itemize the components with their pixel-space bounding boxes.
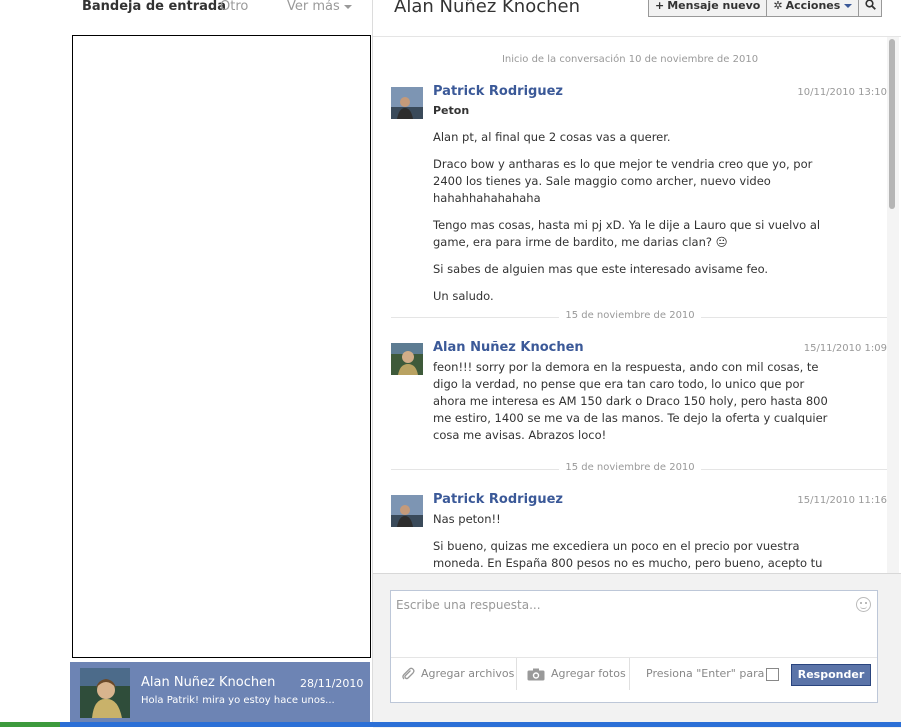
message-list: Inicio de la conversación 10 de noviembr… (373, 37, 887, 573)
composer-toolbar: Agregar archivos Agregar fotos Presiona … (391, 657, 877, 703)
avatar (391, 87, 423, 119)
thread-name: Alan Nuñez Knochen (141, 675, 276, 690)
search-icon (865, 0, 876, 10)
message-time: 10/11/2010 13:10 (797, 87, 887, 98)
date-separator: 15 de noviembre de 2010 (373, 462, 887, 473)
message-body: Peton Alan pt, al final que 2 cosas vas … (433, 102, 833, 315)
more-label: Ver más (287, 0, 340, 14)
actions-label: Acciones (785, 0, 841, 12)
add-photos-label: Agregar fotos (551, 667, 626, 680)
message-author[interactable]: Patrick Rodriguez (433, 84, 563, 99)
attach-files-button[interactable]: Agregar archivos (401, 658, 514, 690)
conversation-title: Alan Nuñez Knochen (394, 0, 581, 17)
os-taskbar (0, 722, 901, 727)
enter-to-send-hint: Presiona "Enter" para ... (646, 667, 779, 680)
new-message-label: Mensaje nuevo (667, 0, 761, 12)
reply-button[interactable]: Responder (791, 664, 871, 686)
left-gutter (0, 0, 71, 727)
message-paragraph: Si sabes de alguien mas que este interes… (433, 262, 769, 276)
conversation-header: Alan Nuñez Knochen + Mensaje nuevo ✲ Accio… (373, 0, 901, 37)
thread-item-selected[interactable]: Alan Nuñez Knochen 28/11/2010 Hola Patri… (70, 662, 370, 724)
avatar (391, 343, 423, 375)
inbox-tab[interactable]: Bandeja de entrada (82, 0, 226, 14)
inbox-thread-list (72, 35, 371, 658)
enter-to-send-checkbox[interactable] (766, 668, 779, 681)
date-separator-label: 15 de noviembre de 2010 (559, 462, 701, 473)
header-actions: + Mensaje nuevo ✲ Acciones (648, 0, 883, 17)
message-body: feon!!! sorry por la demora en la respue… (433, 359, 833, 454)
more-dropdown[interactable]: Ver más (287, 0, 352, 14)
message-scrollbar[interactable] (887, 37, 899, 573)
thread-snippet: Hola Patrik! mira yo estoy hace unos... (141, 695, 335, 706)
toolbar-divider (629, 658, 630, 690)
message-paragraph: Nas peton!! (433, 512, 501, 526)
message-time: 15/11/2010 1:09 (803, 343, 887, 354)
message-paragraph: Alan pt, al final que 2 cosas vas a quer… (433, 130, 671, 144)
reply-input[interactable] (391, 591, 877, 657)
message-time: 15/11/2010 11:16 (797, 495, 887, 506)
actions-button[interactable]: ✲ Acciones (767, 0, 860, 16)
conversation-start-label: Inicio de la conversación 10 de noviembr… (501, 54, 759, 65)
add-photos-button[interactable]: Agregar fotos (527, 658, 626, 690)
camera-icon (527, 668, 545, 680)
message-body: Nas peton!! Si bueno, quizas me excedier… (433, 511, 833, 573)
emoticon-icon[interactable] (856, 597, 871, 612)
date-separator: 15 de noviembre de 2010 (373, 310, 887, 321)
message-subject: Peton (433, 104, 470, 117)
plus-icon: + (655, 0, 665, 12)
reply-composer-area: Agregar archivos Agregar fotos Presiona … (373, 573, 901, 728)
attach-files-label: Agregar archivos (421, 667, 515, 680)
start-button[interactable] (0, 722, 60, 727)
chevron-down-icon (343, 4, 352, 9)
inbox-header: Bandeja de entrada Otro Ver más (70, 0, 372, 22)
toolbar-divider (516, 658, 517, 690)
message-author[interactable]: Patrick Rodriguez (433, 492, 563, 507)
message-paragraph: Tengo mas cosas, hasta mi pj xD. Ya le d… (433, 218, 821, 249)
reply-composer: Agregar archivos Agregar fotos Presiona … (390, 590, 878, 703)
date-separator-label: 15 de noviembre de 2010 (559, 310, 701, 321)
new-message-button[interactable]: + Mensaje nuevo (649, 0, 768, 16)
scrollbar-thumb[interactable] (889, 39, 895, 209)
search-button[interactable] (859, 0, 881, 16)
avatar (391, 495, 423, 527)
other-tab[interactable]: Otro (220, 0, 248, 14)
thread-date: 28/11/2010 (300, 677, 364, 690)
message-author[interactable]: Alan Nuñez Knochen (433, 340, 584, 355)
message-paragraph: Si bueno, quizas me excediera un poco en… (433, 539, 823, 570)
message-paragraph: Draco bow y antharas es lo que mejor te … (433, 157, 813, 205)
gear-icon: ✲ (773, 0, 783, 12)
avatar (80, 668, 130, 718)
message-paragraph: feon!!! sorry por la demora en la respue… (433, 360, 828, 442)
chevron-down-icon (844, 4, 853, 8)
inbox-column: Bandeja de entrada Otro Ver más Alan Nuñ… (70, 0, 372, 727)
message-paragraph: Un saludo. (433, 289, 494, 303)
paperclip-icon (402, 667, 415, 680)
